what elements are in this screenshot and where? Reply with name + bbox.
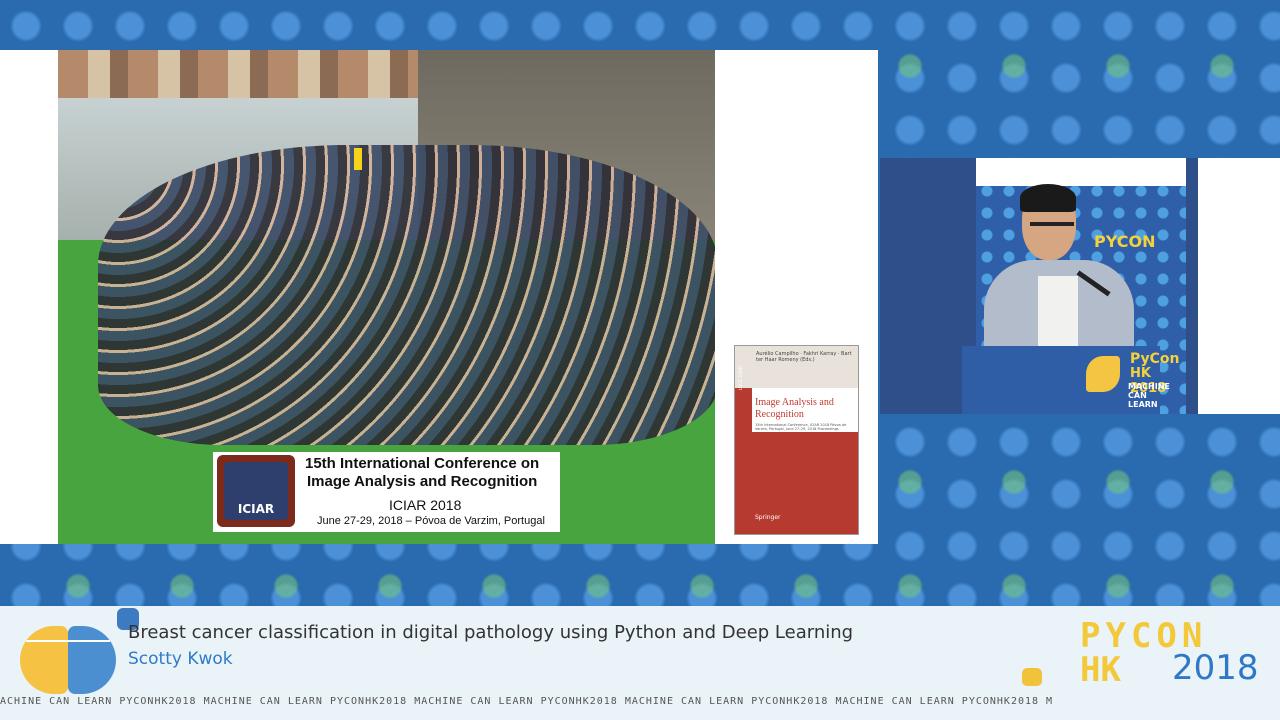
group-photo: ICIAR 15th International Conference on I… <box>58 50 715 544</box>
python-small-icon <box>1022 668 1042 686</box>
book-subtitle: 15th International Conference, ICIAR 201… <box>755 423 847 431</box>
ticker-text: ACHINE CAN LEARN PYCONHK2018 MACHINE CAN… <box>0 696 1054 707</box>
talk-title: Breast cancer classification in digital … <box>128 622 854 643</box>
caption-line-3: ICIAR 2018 <box>389 497 462 513</box>
speaker-name: Scotty Kwok <box>128 649 233 669</box>
yellow-arrow-icon <box>354 148 362 170</box>
brand-year: 2018 <box>1172 648 1259 688</box>
book-series: LNCS 10882 <box>738 365 743 390</box>
brain-logo-right-icon <box>68 626 116 694</box>
caption-line-4: June 27-29, 2018 – Póvoa de Varzim, Port… <box>317 515 545 527</box>
conference-caption: ICIAR 15th International Conference on I… <box>213 452 560 532</box>
book-editors: Aurélio Campilho · Fakhri Karray · Bart … <box>756 351 852 363</box>
conference-crowd <box>98 145 715 445</box>
podium: PyCon HK 2018 MACHINE CAN LEARN <box>962 346 1180 414</box>
brain-logo-left-icon <box>20 626 68 694</box>
book-publisher: Springer <box>755 514 781 521</box>
podium-line-1: PyCon <box>1130 351 1180 367</box>
podium-line-3: MACHINE CAN LEARN <box>1128 382 1170 409</box>
iciar-logo-text: ICIAR <box>237 502 275 516</box>
speaker-camera-feed: PYCON PyCon HK 2018 MACHINE CAN LEARN <box>880 158 1280 414</box>
proceedings-book-cover: Aurélio Campilho · Fakhri Karray · Bart … <box>734 345 859 535</box>
glasses-icon <box>1030 222 1074 226</box>
pycon-brain-logo-icon <box>1086 356 1120 392</box>
banner-pycon-text: PYCON <box>1094 234 1155 250</box>
speaker-hair <box>1020 184 1076 212</box>
book-title: Image Analysis and Recognition <box>755 397 834 420</box>
caption-line-2: Image Analysis and Recognition <box>307 473 538 490</box>
brand-hk: HK <box>1080 650 1121 690</box>
lower-third-bar: Breast cancer classification in digital … <box>0 606 1280 720</box>
sponsor-logos-strip <box>976 158 1186 186</box>
caption-line-1: 15th International Conference on <box>305 455 540 472</box>
presentation-slide: ICIAR 15th International Conference on I… <box>0 50 878 544</box>
iciar-logo: ICIAR <box>217 455 295 527</box>
